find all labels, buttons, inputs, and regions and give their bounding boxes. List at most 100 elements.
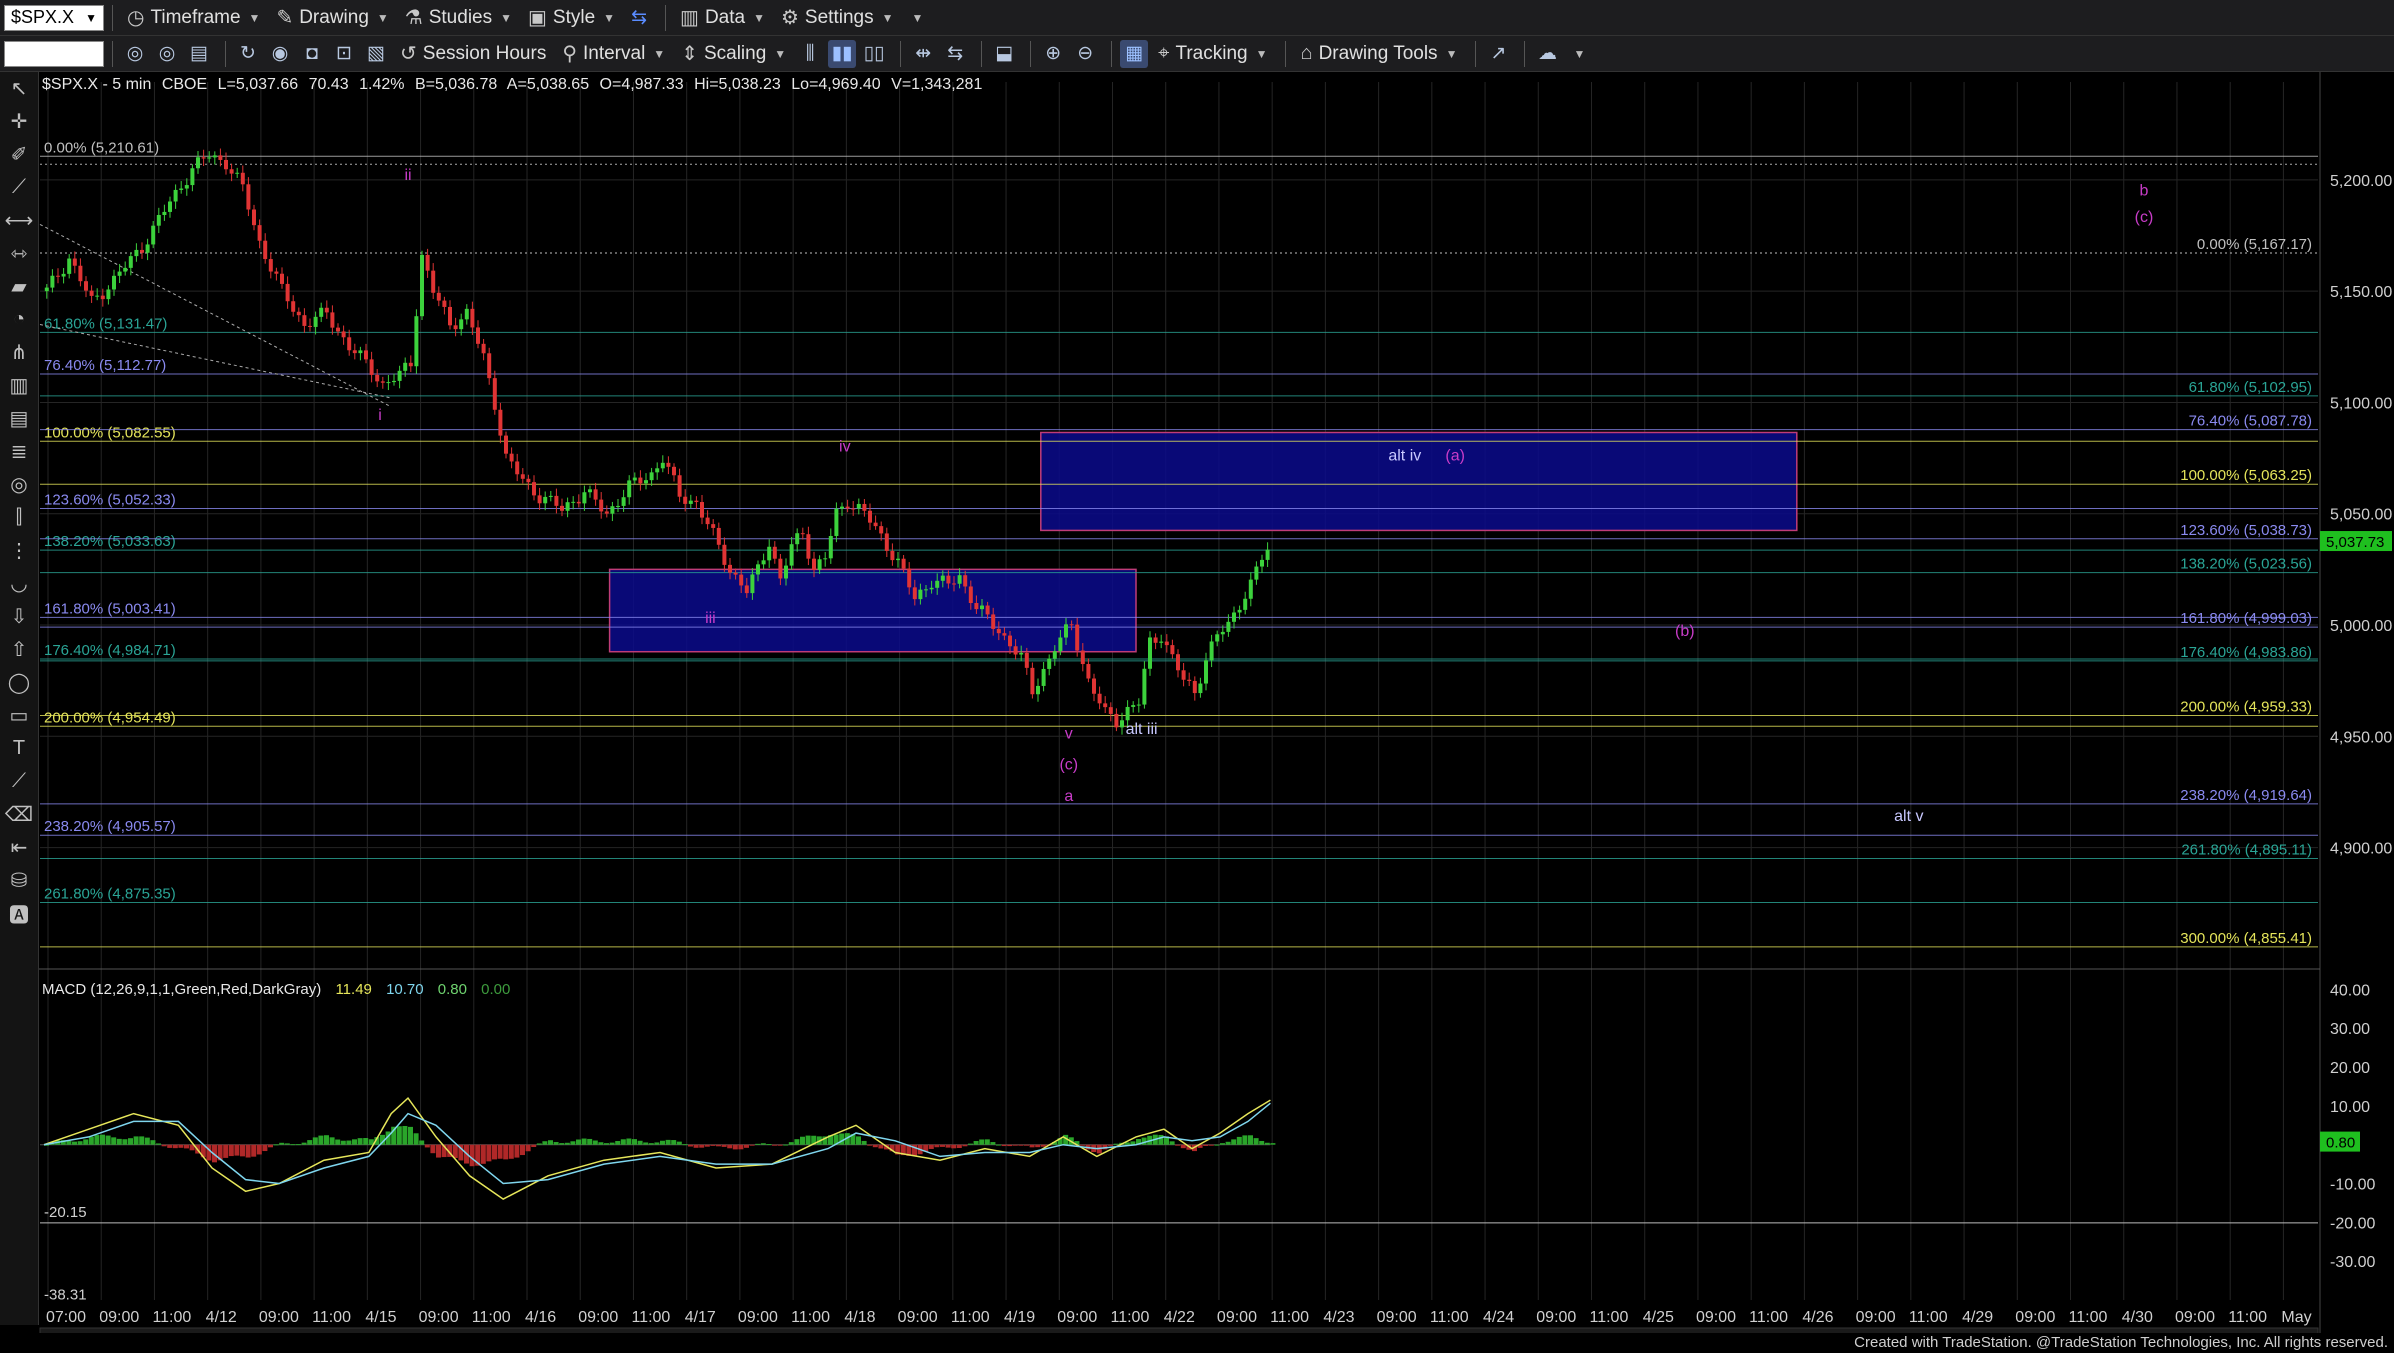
candle-body [235, 172, 240, 174]
last-price-label: 5,037.73 [2326, 534, 2384, 551]
scaling-menu[interactable]: ⇕ Scaling ▼ [675, 39, 792, 69]
candle-body [795, 533, 800, 545]
candle-body [1148, 637, 1152, 669]
candle-body [912, 587, 917, 600]
candle-body [644, 480, 648, 484]
refresh-chart-icon[interactable]: ↻ [234, 40, 262, 68]
candle-body [436, 292, 441, 301]
macd-histogram-bar [760, 1143, 766, 1145]
compress-bars-icon[interactable]: ⇆ [941, 40, 969, 68]
grid-icon[interactable]: ▦ [1120, 39, 1149, 68]
interval-menu[interactable]: ⚲ Interval ▼ [556, 39, 671, 69]
time-tick-label: 4/16 [525, 1309, 556, 1326]
time-tick-label: 11:00 [951, 1309, 990, 1326]
overflow-caret-icon[interactable]: ▼ [911, 11, 923, 25]
macd-signal: 10.70 [386, 981, 424, 998]
toolbar-divider [112, 4, 113, 31]
toolbar-divider [1475, 40, 1477, 67]
zoom-out-icon[interactable]: ⊖ [1071, 40, 1099, 68]
candle-body [184, 185, 189, 189]
candlestick-icon[interactable]: ▮▮ [828, 39, 857, 68]
macd-histogram-bar [452, 1144, 458, 1158]
camera-icon[interactable]: ◘ [298, 40, 326, 68]
caret-down-icon: ▼ [653, 46, 666, 61]
candle-body [453, 325, 458, 330]
candle-body [319, 307, 324, 317]
target-icon[interactable]: ◉ [266, 40, 294, 68]
drawing-tools-menu[interactable]: ⌂ Drawing Tools ▼ [1294, 39, 1463, 69]
candle-body [834, 508, 839, 536]
candle-body [414, 316, 419, 367]
candle-body [313, 316, 318, 327]
candle-body [683, 496, 688, 504]
link-windows-icon[interactable]: ⇆ [625, 4, 653, 32]
bar-style-icon[interactable]: ⫼ [796, 40, 824, 68]
hollow-candle-icon[interactable]: ▯▯ [860, 40, 888, 68]
macd-histogram-bar [419, 1140, 425, 1145]
macd-histogram-bar [962, 1144, 968, 1147]
zoom-out-bars-icon[interactable]: ⇹ [909, 40, 937, 68]
cycle-icon[interactable]: ◎ [121, 40, 149, 68]
candle-body [123, 267, 128, 272]
style-menu[interactable]: ▣ Style ▼ [522, 3, 621, 33]
candle-body [1064, 624, 1068, 638]
macd-histogram-bar [268, 1144, 273, 1148]
chart-header: $SPX.X - 5 min CBOE L=5,037.66 70.43 1.4… [42, 76, 982, 93]
price-tick-label: 5,100.00 [2330, 395, 2392, 412]
lock-icon[interactable]: ⊡ [330, 40, 358, 68]
copy-icon[interactable]: ▤ [185, 40, 213, 68]
candle-body [246, 184, 251, 210]
candle-body [991, 614, 996, 629]
trend-icon[interactable]: ↗ [1484, 40, 1512, 68]
time-tick-label: 11:00 [2069, 1309, 2108, 1326]
chart-canvas[interactable]: 0.00% (5,210.61) 61.80% (5,131.47) 76.40% … [0, 72, 2394, 1333]
ask: A=5,038.65 [507, 76, 589, 93]
candle-body [716, 527, 721, 545]
macd-histogram-bar [984, 1139, 990, 1145]
macd-histogram-bar [934, 1144, 940, 1148]
candle-body [302, 315, 307, 326]
candle-body [963, 575, 968, 587]
candle-body [862, 503, 867, 511]
macd-histogram-bar [100, 1134, 105, 1145]
settings-menu[interactable]: ⚙ Settings ▼ [775, 3, 899, 33]
macd-histogram-bar [867, 1144, 873, 1146]
symbol-field[interactable]: $SPX.X ▼ [4, 4, 104, 31]
wave-label: iv [839, 438, 851, 455]
data-menu[interactable]: ▥ Data ▼ [674, 3, 771, 33]
cycle-alt-icon[interactable]: ◎ [153, 40, 181, 68]
candle-body [554, 495, 559, 506]
chevron-down-icon[interactable]: ▼ [85, 11, 97, 25]
price-tick-label: 4,900.00 [2330, 841, 2392, 858]
macd-histogram-bar [1001, 1144, 1007, 1147]
zoom-in-icon[interactable]: ⊕ [1039, 40, 1067, 68]
wave-label: i [378, 407, 382, 424]
time-axis[interactable]: 07:00 09:00 11:00 4/12 09:00 11:00 4/15 09:00 11… [39, 1302, 2319, 1333]
overflow-caret-icon[interactable]: ▼ [1573, 47, 1585, 61]
macd-histogram-bar [296, 1144, 301, 1146]
candle-body [1136, 704, 1141, 706]
tracking-menu[interactable]: ⌖ Tracking ▼ [1152, 39, 1273, 69]
macd-histogram-bar [1012, 1144, 1018, 1146]
macd-histogram-bar [682, 1144, 688, 1146]
drawing-menu[interactable]: ✎ Drawing ▼ [270, 3, 394, 33]
picture-icon[interactable]: ▧ [362, 40, 390, 68]
timeframe-menu[interactable]: ◷ Timeframe ▼ [121, 3, 266, 33]
macd-histogram-bar [699, 1144, 705, 1148]
split-panes-icon[interactable]: ⬓ [990, 40, 1018, 68]
candle-body [526, 478, 531, 483]
studies-menu[interactable]: ⚗ Studies ▼ [399, 3, 518, 33]
macd-histogram-bar [1029, 1144, 1035, 1148]
macd-histogram-bar [514, 1144, 520, 1158]
cloud-icon[interactable]: ☁ [1533, 40, 1561, 68]
candle-body [576, 501, 581, 504]
macd-histogram-bar [772, 1144, 777, 1146]
fib-level-label: 176.40% (4,984.71) [44, 642, 176, 659]
session-hours-button[interactable]: ↺ Session Hours [394, 39, 552, 69]
percent-change: 1.42% [359, 76, 404, 93]
candle-body [1237, 609, 1242, 613]
candle-body [840, 506, 844, 509]
workspace-field[interactable] [4, 40, 104, 67]
time-tick-label: 09:00 [1377, 1309, 1417, 1326]
macd-histogram-bar [251, 1144, 257, 1157]
